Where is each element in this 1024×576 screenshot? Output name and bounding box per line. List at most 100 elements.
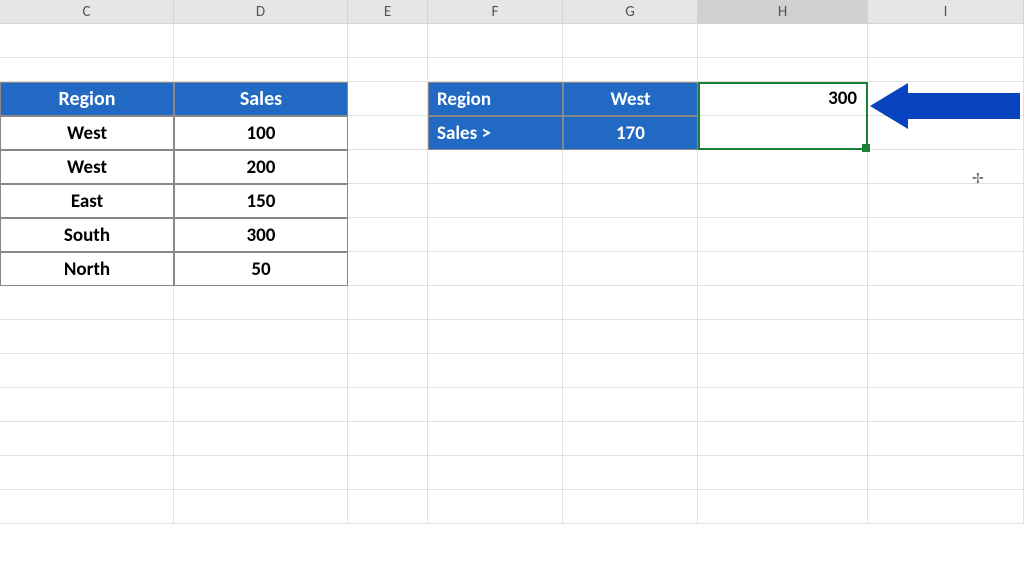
table-header-region[interactable]: Region — [0, 82, 174, 116]
cell[interactable] — [563, 150, 698, 184]
table-cell-sales[interactable]: 100 — [174, 116, 348, 150]
cell[interactable] — [174, 388, 348, 422]
cell[interactable] — [868, 252, 1024, 286]
cell[interactable] — [348, 286, 428, 320]
grid[interactable]: Region Sales Region West 300 West 100 Sa… — [0, 24, 1024, 576]
cell[interactable] — [698, 490, 868, 524]
cell[interactable] — [348, 150, 428, 184]
cell[interactable] — [428, 286, 563, 320]
cell[interactable] — [174, 490, 348, 524]
cell[interactable] — [348, 490, 428, 524]
cell[interactable] — [0, 354, 174, 388]
cell[interactable] — [868, 82, 1024, 116]
cell[interactable] — [0, 286, 174, 320]
column-header-D[interactable]: D — [174, 0, 348, 23]
cell[interactable] — [698, 24, 868, 58]
cell[interactable] — [868, 184, 1024, 218]
cell[interactable] — [428, 150, 563, 184]
table-cell-region[interactable]: North — [0, 252, 174, 286]
cell[interactable] — [174, 58, 348, 82]
cell[interactable] — [698, 456, 868, 490]
cell[interactable] — [868, 354, 1024, 388]
cell[interactable] — [428, 422, 563, 456]
table-cell-sales[interactable]: 300 — [174, 218, 348, 252]
cell[interactable] — [868, 320, 1024, 354]
cell[interactable] — [868, 422, 1024, 456]
cell[interactable] — [428, 490, 563, 524]
cell[interactable] — [428, 456, 563, 490]
cell[interactable] — [348, 58, 428, 82]
cell[interactable] — [698, 58, 868, 82]
cell[interactable] — [698, 388, 868, 422]
cell[interactable] — [868, 388, 1024, 422]
cell[interactable] — [348, 252, 428, 286]
cell[interactable] — [563, 184, 698, 218]
cell[interactable] — [348, 456, 428, 490]
column-header-G[interactable]: G — [563, 0, 698, 23]
cell[interactable] — [563, 252, 698, 286]
cell[interactable] — [868, 218, 1024, 252]
column-header-C[interactable]: C — [0, 0, 174, 23]
cell[interactable] — [698, 184, 868, 218]
column-header-F[interactable]: F — [428, 0, 563, 23]
cell[interactable] — [698, 286, 868, 320]
cell[interactable] — [0, 24, 174, 58]
cell[interactable] — [174, 320, 348, 354]
cell[interactable] — [428, 252, 563, 286]
table-cell-region[interactable]: South — [0, 218, 174, 252]
result-cell[interactable]: 300 — [698, 82, 868, 116]
cell[interactable] — [174, 354, 348, 388]
cell[interactable] — [174, 422, 348, 456]
cell[interactable] — [174, 24, 348, 58]
cell[interactable] — [868, 58, 1024, 82]
criteria-sales-value[interactable]: 170 — [563, 116, 698, 150]
cell[interactable] — [0, 422, 174, 456]
cell[interactable] — [348, 320, 428, 354]
table-cell-region[interactable]: West — [0, 150, 174, 184]
criteria-sales-label[interactable]: Sales > — [428, 116, 563, 150]
cell[interactable] — [0, 388, 174, 422]
cell[interactable] — [348, 388, 428, 422]
cell[interactable] — [563, 388, 698, 422]
cell[interactable] — [348, 422, 428, 456]
cell[interactable] — [348, 354, 428, 388]
cell[interactable] — [348, 116, 428, 150]
cell[interactable] — [868, 116, 1024, 150]
cell[interactable] — [563, 24, 698, 58]
cell[interactable] — [348, 82, 428, 116]
cell[interactable] — [563, 286, 698, 320]
cell[interactable] — [868, 456, 1024, 490]
cell[interactable] — [0, 58, 174, 82]
cell[interactable] — [868, 24, 1024, 58]
cell[interactable] — [698, 422, 868, 456]
cell[interactable] — [428, 218, 563, 252]
cell[interactable] — [174, 456, 348, 490]
cell[interactable] — [174, 286, 348, 320]
table-cell-sales[interactable]: 200 — [174, 150, 348, 184]
column-header-E[interactable]: E — [348, 0, 428, 23]
cell[interactable] — [428, 388, 563, 422]
table-header-sales[interactable]: Sales — [174, 82, 348, 116]
table-cell-region[interactable]: East — [0, 184, 174, 218]
cell[interactable] — [348, 218, 428, 252]
cell[interactable] — [868, 490, 1024, 524]
cell[interactable] — [428, 320, 563, 354]
cell[interactable] — [698, 150, 868, 184]
cell[interactable] — [563, 422, 698, 456]
cell[interactable] — [563, 58, 698, 82]
cell[interactable] — [428, 184, 563, 218]
cell[interactable] — [0, 320, 174, 354]
cell[interactable] — [563, 354, 698, 388]
cell[interactable] — [348, 184, 428, 218]
cell[interactable] — [0, 490, 174, 524]
table-cell-sales[interactable]: 50 — [174, 252, 348, 286]
table-cell-region[interactable]: West — [0, 116, 174, 150]
cell[interactable] — [428, 24, 563, 58]
table-cell-sales[interactable]: 150 — [174, 184, 348, 218]
cell[interactable] — [868, 150, 1024, 184]
cell[interactable] — [0, 456, 174, 490]
cell[interactable] — [698, 218, 868, 252]
column-header-H[interactable]: H — [698, 0, 868, 23]
cell[interactable] — [563, 456, 698, 490]
criteria-region-label[interactable]: Region — [428, 82, 563, 116]
